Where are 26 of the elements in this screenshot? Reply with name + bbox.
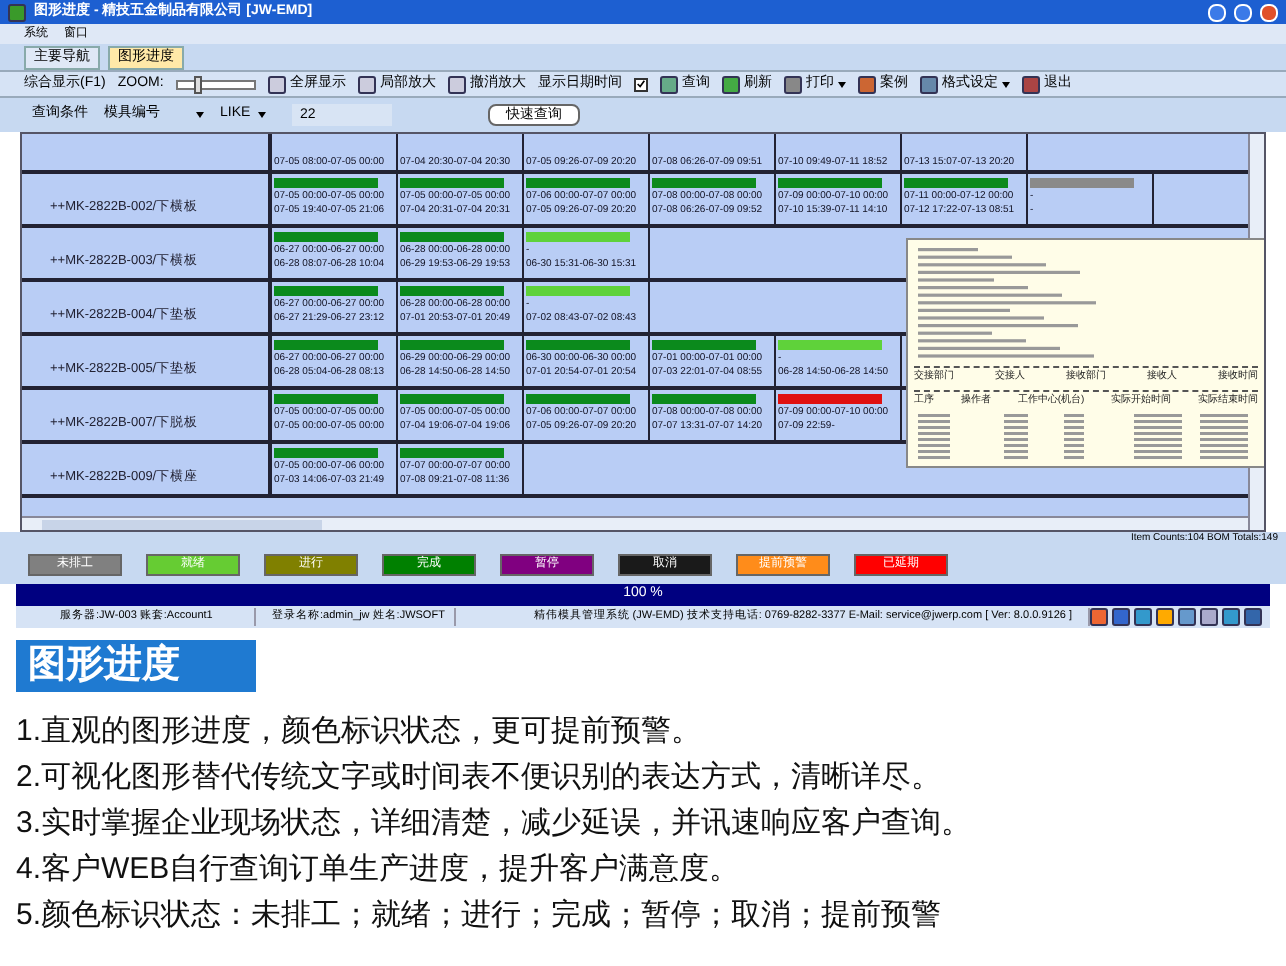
zoom-slider[interactable] [175, 79, 256, 89]
datetime-checkbox[interactable] [633, 77, 648, 91]
scroll-thumb[interactable] [42, 520, 322, 530]
maximize-button[interactable] [1234, 3, 1252, 21]
tool-icon [919, 75, 938, 93]
tool-icon [267, 75, 286, 93]
feature-point: 5.颜色标识状态：未排工；就绪；进行；完成；暂停；取消；提前预警 [16, 896, 944, 934]
feature-point: 2.可视化图形替代传统文字或时间表不便识别的表达方式，清晰详尽。 [16, 758, 944, 796]
tool-icon [857, 75, 876, 93]
slider-thumb[interactable] [193, 75, 202, 93]
minimize-button[interactable] [1208, 3, 1226, 21]
tool-icon [783, 75, 802, 93]
caret-icon [196, 112, 204, 118]
tool-icon [1021, 75, 1040, 93]
feature-point: 4.客户WEB自行查询订单生产进度，提升客户满意度。 [16, 850, 742, 888]
caret-icon [258, 112, 267, 118]
close-button[interactable] [1260, 3, 1278, 21]
app-icon [8, 3, 26, 21]
tool-icon [447, 75, 466, 93]
section-heading: 图形进度 [16, 640, 256, 692]
feature-point: 3.实时掌握企业现场状态，详细清楚，减少延误，并讯速响应客户查询。 [16, 804, 974, 842]
feature-point: 1.直观的图形进度，颜色标识状态，更可提前预警。 [16, 712, 704, 750]
horizontal-scrollbar[interactable] [22, 516, 1248, 530]
tool-icon [357, 75, 376, 93]
tool-icon [659, 75, 678, 93]
tool-icon [721, 75, 740, 93]
